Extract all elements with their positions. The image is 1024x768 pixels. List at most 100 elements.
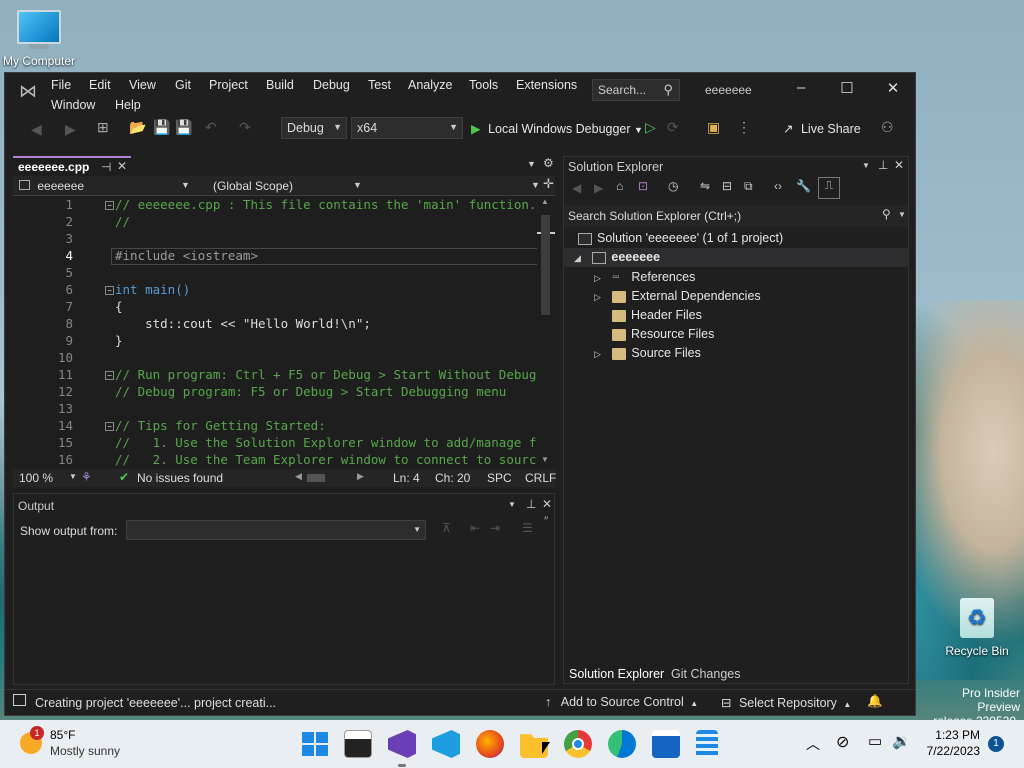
show-hidden-icons-chevron-icon[interactable]: ︿ [806,734,820,754]
pending-changes-icon[interactable]: ◷ [668,179,678,193]
back-icon[interactable]: ◀ [572,181,581,195]
tab-solution-explorer[interactable]: Solution Explorer [569,667,664,681]
weather-widget[interactable]: 1 85°F Mostly sunny [18,726,138,762]
find-message-icon[interactable]: ⊼ [442,521,451,535]
hot-reload-icon[interactable]: ⟳ [667,119,679,136]
vscode-taskbar-icon[interactable] [432,730,460,758]
save-icon[interactable]: 💾 [153,119,170,136]
collapsed-arrow-icon[interactable]: ▷ [594,292,601,302]
fold-toggle-icon[interactable]: − [105,201,114,210]
scope-combo[interactable]: (Global Scope) [213,179,293,193]
volume-icon[interactable]: 🔉 [892,732,911,750]
store-taskbar-icon[interactable] [652,730,680,758]
my-computer-desktop-icon[interactable]: My Computer [0,10,78,68]
properties-icon[interactable]: 🔧 [796,179,811,193]
switch-views-icon[interactable]: ⊡ [638,179,648,193]
back-icon[interactable]: ◀ [31,121,42,138]
configuration-dropdown[interactable]: Debug ▼ [281,117,347,139]
horizontal-scroll-thumb[interactable] [307,474,325,482]
collapsed-arrow-icon[interactable]: ▷ [594,349,601,359]
scroll-up-arrow[interactable]: ▲ [541,197,549,206]
notification-count-badge[interactable]: 1 [988,736,1004,752]
column-indicator[interactable]: Ch: 20 [435,471,470,485]
chevron-down-icon[interactable]: ▼ [862,161,870,170]
chevron-down-icon[interactable]: ▼ [353,180,362,190]
redo-icon[interactable]: ↷ [239,119,251,136]
tree-item-header-files[interactable]: Header Files [612,308,702,322]
menu-window[interactable]: Window [51,98,95,112]
chevron-down-icon[interactable]: ▼ [181,180,190,190]
code-view-icon[interactable]: ‹› [774,179,782,193]
live-share-button[interactable]: ↗ Live Share [783,121,861,136]
minimize-button[interactable]: – [781,79,821,101]
pin-icon[interactable]: ⊥ [878,158,888,172]
add-to-source-control-button[interactable]: ↑ Add to Source Control ▲ [545,695,698,709]
scroll-left-icon[interactable]: ◀ [295,471,302,482]
menu-analyze[interactable]: Analyze [408,78,452,92]
menu-edit[interactable]: Edit [89,78,111,92]
expanded-arrow-icon[interactable]: ◢ [574,253,581,263]
editor-vertical-scrollbar[interactable]: ▲ ▼ [537,197,555,469]
notifications-bell-icon[interactable]: 🔔 [867,694,883,709]
network-icon[interactable]: ⊘ [836,732,849,752]
tab-list-dropdown-icon[interactable]: ▼ [527,159,536,169]
solution-node[interactable]: Solution 'eeeeeee' (1 of 1 project) [578,231,783,245]
visual-studio-taskbar-icon[interactable] [388,730,416,758]
clock[interactable]: 1:23 PM 7/22/2023 [920,728,980,758]
tree-item-external-dependencies[interactable]: ▷ External Dependencies [594,289,761,303]
scroll-down-arrow[interactable]: ▼ [541,455,549,464]
fold-toggle-icon[interactable]: − [105,371,114,380]
tree-item-resource-files[interactable]: Resource Files [612,327,714,341]
preview-icon[interactable]: ⎍ [818,177,840,199]
forward-icon[interactable]: ▶ [65,121,76,138]
save-all-icon[interactable]: 💾 [175,119,192,136]
tab-git-changes[interactable]: Git Changes [671,667,740,681]
chrome-taskbar-icon[interactable] [564,730,592,758]
sync-icon[interactable]: ⇋ [700,179,710,193]
firefox-taskbar-icon[interactable] [476,730,504,758]
split-icon[interactable]: ✛ [543,176,554,192]
clear-all-icon[interactable]: ☰ [522,521,533,535]
search-box[interactable]: Search... ⚲ [592,79,680,101]
collapse-all-icon[interactable]: ⊟ [722,179,732,193]
menu-git[interactable]: Git [175,78,191,92]
project-node[interactable]: ◢ eeeeeee [564,248,908,267]
settings-gear-icon[interactable]: ⚙ [543,156,554,170]
solution-folder-icon[interactable]: ▣ [707,119,720,136]
line-ending-indicator[interactable]: CRLF [525,471,556,485]
menu-build[interactable]: Build [266,78,294,92]
fold-toggle-icon[interactable]: − [105,422,114,431]
start-debugging-button[interactable]: ▶ Local Windows Debugger ▼ [471,121,643,136]
output-source-dropdown[interactable]: ▼ [126,520,426,540]
edge-taskbar-icon[interactable] [608,730,636,758]
collapsed-arrow-icon[interactable]: ▷ [594,273,601,283]
solution-search-box[interactable]: Search Solution Explorer (Ctrl+;) ⚲ ▼ [564,205,908,227]
show-all-files-icon[interactable]: ⧉ [744,179,753,194]
line-indicator[interactable]: Ln: 4 [393,471,420,485]
open-folder-icon[interactable]: 📂 [129,119,146,136]
notepad-taskbar-icon[interactable] [696,730,718,758]
prev-message-icon[interactable]: ⇤ [470,521,480,535]
menu-tools[interactable]: Tools [469,78,498,92]
project-combo[interactable]: eeeeeee [19,179,84,193]
platform-dropdown[interactable]: x64 ▼ [351,117,463,139]
chevron-down-icon[interactable]: ▼ [69,472,77,481]
close-panel-icon[interactable]: ✕ [894,158,904,172]
start-button[interactable] [300,730,328,758]
issues-status[interactable]: No issues found [137,471,223,485]
menu-file[interactable]: File [51,78,71,92]
next-message-icon[interactable]: ⇥ [490,521,500,535]
tab-document[interactable]: eeeeeee.cpp ⊣ ✕ [13,156,131,175]
chevron-down-icon[interactable]: ▼ [531,180,540,190]
tree-item-source-files[interactable]: ▷ Source Files [594,346,701,360]
scroll-thumb[interactable] [541,215,550,315]
format-icon[interactable]: ⋮ [737,119,751,136]
recycle-bin-desktop-icon[interactable]: ♻ Recycle Bin [940,598,1014,658]
start-without-debugging-icon[interactable]: ▷ [645,119,656,136]
code-editor[interactable]: 1 2 3 4 5 6 7 8 9 10 11 12 13 14 15 16 −… [13,197,555,469]
tree-item-references[interactable]: ▷ ▫▫ References [594,270,695,284]
close-tab-icon[interactable]: ✕ [117,159,127,173]
home-icon[interactable]: ⌂ [616,179,623,193]
whitespace-indicator[interactable]: SPC [487,471,512,485]
brush-icon[interactable]: ⚘ [81,470,92,484]
